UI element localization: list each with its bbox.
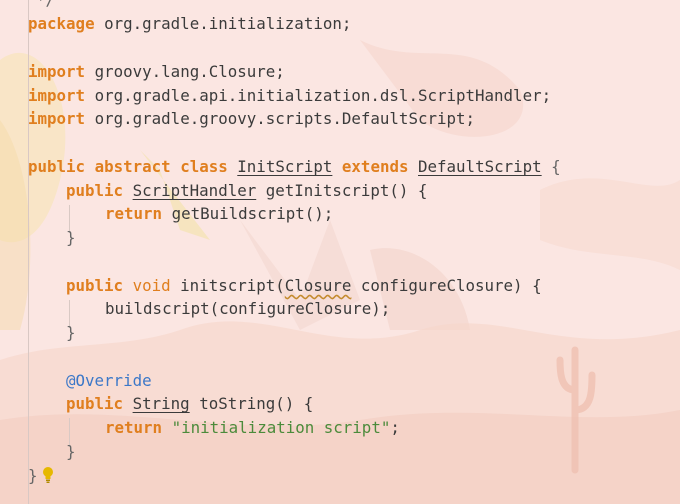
code-line-method-signature[interactable]: public String toString() {	[66, 392, 313, 416]
method-name: initscript(	[180, 276, 285, 295]
type-name[interactable]: String	[133, 394, 190, 413]
brace: }	[66, 228, 76, 247]
code-line-close-brace[interactable]: }	[66, 226, 76, 250]
brace: }	[66, 323, 76, 342]
code-line-statement[interactable]: buildscript(configureClosure);	[105, 297, 390, 321]
code-line-annotation[interactable]: @Override	[66, 369, 152, 393]
keyword: return	[105, 204, 163, 223]
keyword: abstract	[94, 157, 171, 176]
keyword: public	[28, 157, 86, 176]
semicolon: ;	[465, 109, 476, 128]
semicolon: ;	[275, 62, 285, 81]
code-line-return[interactable]: return getBuildscript();	[105, 202, 333, 226]
semicolon: ;	[390, 418, 400, 437]
keyword: import	[28, 109, 86, 128]
keyword: void	[132, 276, 171, 295]
method-params: configureClosure) {	[360, 276, 542, 295]
code-line-package[interactable]: package org.gradle.initialization;	[28, 12, 351, 36]
keyword: public	[66, 394, 124, 413]
statement: getBuildscript();	[171, 204, 334, 223]
package-name: org.gradle.initialization	[104, 14, 342, 33]
semicolon: ;	[541, 86, 552, 105]
code-editor[interactable]: */ package org.gradle.initialization; im…	[0, 0, 680, 504]
code-line-import[interactable]: import groovy.lang.Closure;	[28, 60, 285, 84]
parent-class-name[interactable]: DefaultScript	[418, 157, 542, 176]
keyword: extends	[341, 157, 409, 176]
code-line-method-signature[interactable]: public ScriptHandler getInitscript() {	[66, 179, 427, 203]
code-line-import[interactable]: import org.gradle.groovy.scripts.Default…	[28, 107, 475, 131]
brace: }	[66, 442, 76, 461]
code-line-import[interactable]: import org.gradle.api.initialization.dsl…	[28, 84, 551, 108]
keyword: package	[28, 14, 95, 33]
import-path: org.gradle.api.initialization.dsl.Script…	[94, 86, 542, 105]
code-line-class-close[interactable]: }	[28, 464, 38, 488]
import-path: org.gradle.groovy.scripts.DefaultScript	[94, 109, 466, 128]
keyword: public	[66, 181, 124, 200]
method-signature: getInitscript() {	[265, 181, 428, 200]
lightbulb-icon[interactable]	[42, 466, 54, 484]
method-signature: toString() {	[199, 394, 314, 413]
class-name[interactable]: InitScript	[237, 157, 332, 176]
keyword: import	[28, 62, 86, 81]
keyword: import	[28, 86, 86, 105]
code-line-class-declaration[interactable]: public abstract class InitScript extends…	[28, 155, 561, 179]
code-line-return[interactable]: return "initialization script";	[105, 416, 400, 440]
code-line-method-signature[interactable]: public void initscript(Closure configure…	[66, 274, 542, 298]
annotation: @Override	[66, 371, 152, 390]
code-line-close-brace[interactable]: }	[66, 321, 76, 345]
import-path: groovy.lang.Closure	[94, 62, 276, 81]
keyword: public	[66, 276, 124, 295]
semicolon: ;	[341, 14, 352, 33]
param-type-warning[interactable]: Closure	[285, 276, 352, 295]
code-line-comment-end[interactable]: */	[36, 0, 55, 12]
keyword: return	[105, 418, 163, 437]
code-line-close-brace[interactable]: }	[66, 440, 76, 464]
comment-fragment: */	[36, 0, 55, 9]
statement: buildscript(configureClosure);	[105, 299, 391, 318]
brace: {	[551, 157, 561, 176]
string-literal: "initialization script"	[171, 418, 391, 437]
keyword: class	[180, 157, 228, 176]
brace: }	[28, 466, 38, 485]
type-name[interactable]: ScriptHandler	[133, 181, 257, 200]
